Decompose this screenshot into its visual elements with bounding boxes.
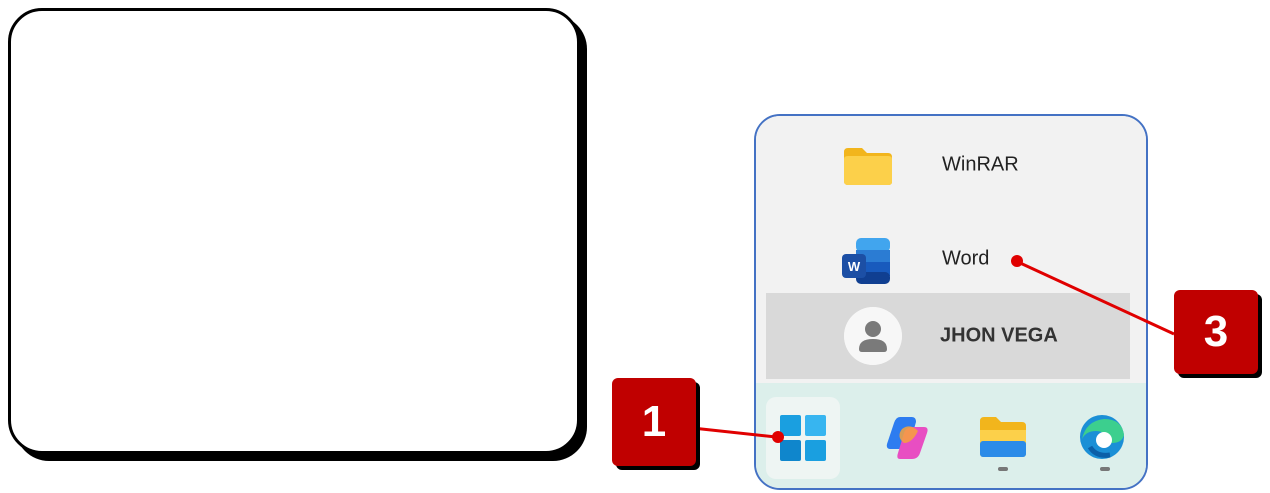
account-row[interactable]: JHON VEGA xyxy=(766,293,1130,379)
word-label: Word xyxy=(942,247,990,270)
running-indicator xyxy=(1100,467,1110,471)
running-indicator xyxy=(998,467,1008,471)
start-menu-item-word[interactable]: W Word xyxy=(756,216,1146,302)
file-explorer-button[interactable] xyxy=(966,397,1040,479)
copilot-button[interactable] xyxy=(870,397,944,479)
edge-button[interactable] xyxy=(1068,397,1142,479)
callout-3: 3 xyxy=(1174,290,1258,374)
edge-browser-icon xyxy=(1080,415,1124,459)
taskbar xyxy=(756,383,1146,488)
start-menu-list: WinRAR W Word JHON VEGA xyxy=(756,116,1146,383)
start-menu-screenshot: WinRAR W Word JHON VEGA xyxy=(754,114,1148,490)
callout-1: 1 xyxy=(612,378,696,466)
user-avatar-icon xyxy=(844,307,902,365)
winrar-label: WinRAR xyxy=(942,153,1019,176)
copilot-icon xyxy=(886,417,928,459)
word-icon: W xyxy=(842,238,890,284)
file-explorer-icon xyxy=(980,417,1026,457)
account-name: JHON VEGA xyxy=(940,324,1058,347)
svg-text:W: W xyxy=(848,259,861,274)
blank-panel xyxy=(8,8,580,454)
start-menu-item-winrar[interactable]: WinRAR xyxy=(756,122,1146,208)
windows-start-icon xyxy=(780,415,826,461)
folder-icon xyxy=(844,148,892,185)
start-button[interactable] xyxy=(766,397,840,479)
